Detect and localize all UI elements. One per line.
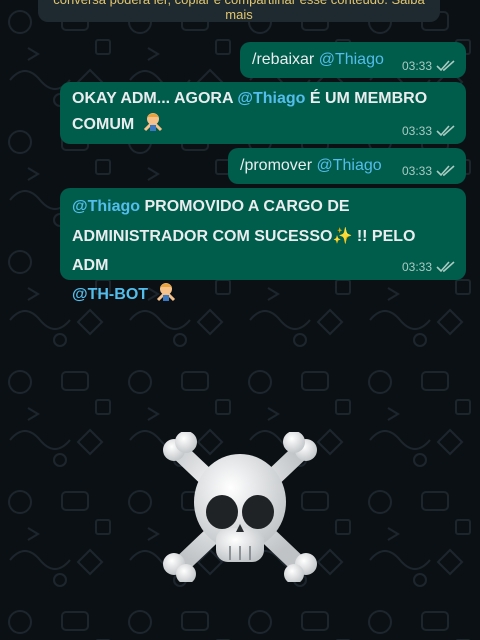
mention-link[interactable]: @Thiago <box>72 198 140 215</box>
mention-link[interactable]: @Thiago <box>319 51 384 68</box>
encryption-notice-text: conversa poderá ler, copiar e compartilh… <box>53 0 424 22</box>
command-text: /promover <box>240 157 313 174</box>
mention-link[interactable]: @Thiago <box>316 157 381 174</box>
message-time: 03:33 <box>401 59 432 73</box>
mention-link[interactable]: @TH-BOT <box>72 286 148 303</box>
message-meta: 03:33 <box>402 124 456 138</box>
skull-crossbones-sticker[interactable] <box>160 432 320 582</box>
message-time: 03:33 <box>401 260 432 274</box>
read-ticks-icon <box>436 125 455 137</box>
read-ticks-icon <box>436 165 455 177</box>
message-meta: 03:33 <box>402 164 456 178</box>
command-text: /rebaixar <box>252 51 315 68</box>
sparkles-icon: ✨ <box>332 226 353 245</box>
message-time: 03:33 <box>401 164 432 178</box>
encryption-notice: conversa poderá ler, copiar e compartilh… <box>38 0 440 22</box>
message-bubble-outgoing[interactable]: /promover @Thiago 03:33 <box>228 148 466 184</box>
message-text: @Thiago PROMOVIDO A CARGO DE ADMINISTRAD… <box>72 192 454 309</box>
message-bubble-outgoing[interactable]: OKAY ADM... AGORA @Thiago É UM MEMBRO CO… <box>60 82 466 144</box>
message-bubble-outgoing[interactable]: /rebaixar @Thiago 03:33 <box>240 42 466 78</box>
message-time: 03:33 <box>401 124 432 138</box>
person-gesturing-no-emoji <box>143 113 162 132</box>
message-bubble-outgoing[interactable]: @Thiago PROMOVIDO A CARGO DE ADMINISTRAD… <box>60 188 466 303</box>
message-text-part: OKAY ADM... AGORA <box>72 90 238 107</box>
mention-link[interactable]: @Thiago <box>237 90 305 107</box>
message-text: OKAY ADM... AGORA @Thiago É UM MEMBRO CO… <box>72 86 454 138</box>
read-ticks-icon <box>436 60 455 72</box>
read-ticks-icon <box>436 261 455 273</box>
message-meta: 03:33 <box>402 260 456 274</box>
message-meta: 03:33 <box>402 59 456 73</box>
person-gesturing-no-emoji <box>157 283 176 302</box>
